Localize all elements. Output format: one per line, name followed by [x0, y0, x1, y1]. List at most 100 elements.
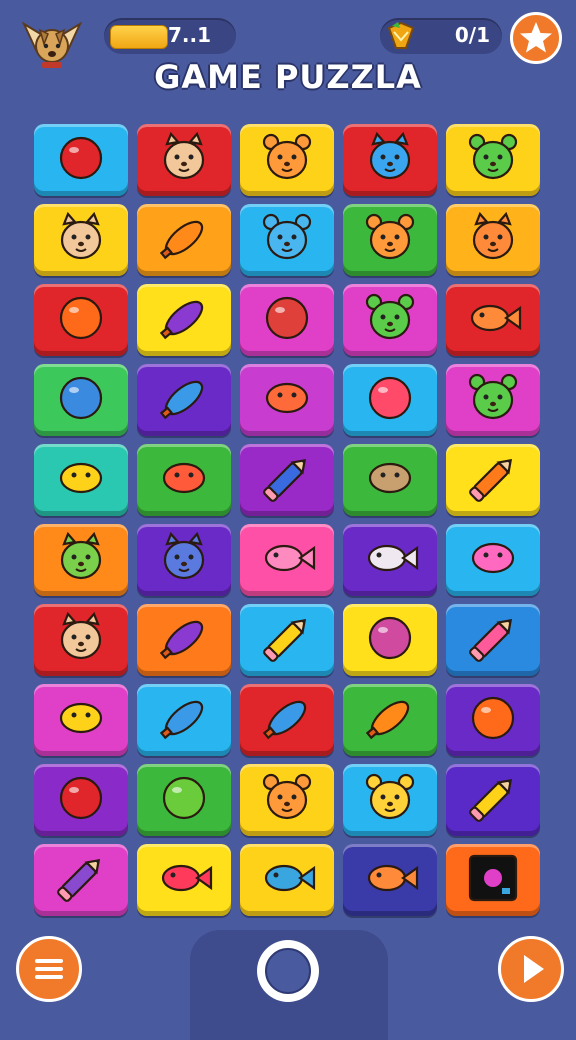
- puzzle-tile[interactable]: [34, 844, 128, 916]
- puzzle-tile[interactable]: [446, 604, 540, 676]
- fox-face-icon: [462, 210, 524, 270]
- puzzle-tile[interactable]: [343, 844, 437, 916]
- play-button[interactable]: [498, 936, 564, 1002]
- puzzle-tile[interactable]: [137, 684, 231, 756]
- pencil-blue-icon: [256, 450, 318, 510]
- puzzle-tile[interactable]: [446, 204, 540, 276]
- puzzle-tile[interactable]: [343, 604, 437, 676]
- eggplant-icon: [153, 290, 215, 350]
- puzzle-tile[interactable]: [343, 364, 437, 436]
- tv-box-icon: [462, 850, 524, 910]
- frog-face-icon: [359, 290, 421, 350]
- puzzle-tile[interactable]: [446, 284, 540, 356]
- puzzle-tile[interactable]: [446, 524, 540, 596]
- puzzle-tile[interactable]: [137, 284, 231, 356]
- cat-green-icon: [50, 530, 112, 590]
- puzzle-tile[interactable]: [240, 604, 334, 676]
- bear-face-icon: [359, 210, 421, 270]
- puzzle-tile[interactable]: [240, 444, 334, 516]
- puzzle-tile[interactable]: [137, 844, 231, 916]
- pencil-pink-icon: [462, 610, 524, 670]
- chick-icon: [50, 690, 112, 750]
- puzzle-tile[interactable]: [137, 524, 231, 596]
- pencil-orange-icon: [462, 450, 524, 510]
- ornament-icon: [256, 290, 318, 350]
- chick-icon: [50, 450, 112, 510]
- puzzle-tile[interactable]: [240, 364, 334, 436]
- mushroom-cap-icon: [359, 450, 421, 510]
- macaron-icon: [462, 530, 524, 590]
- puzzle-tile[interactable]: [137, 364, 231, 436]
- puzzle-tile[interactable]: [343, 684, 437, 756]
- center-button[interactable]: [257, 940, 319, 1002]
- puzzle-tile[interactable]: [446, 684, 540, 756]
- favorites-button[interactable]: [510, 12, 562, 64]
- blue-creature-icon: [256, 210, 318, 270]
- puzzle-tile[interactable]: [343, 124, 437, 196]
- fish-pink-icon: [256, 530, 318, 590]
- puzzle-tile[interactable]: [240, 764, 334, 836]
- puzzle-tile[interactable]: [446, 444, 540, 516]
- puzzle-tile[interactable]: [343, 764, 437, 836]
- racket-icon: [50, 370, 112, 430]
- kiwi-icon: [153, 770, 215, 830]
- puzzle-tile[interactable]: [240, 124, 334, 196]
- puzzle-tile[interactable]: [34, 684, 128, 756]
- page-title: GAME PUZZLA: [154, 58, 422, 96]
- circle-button-icon: [265, 948, 311, 994]
- strawberry-icon: [50, 770, 112, 830]
- puzzle-tile[interactable]: [137, 604, 231, 676]
- pencil-purple-icon: [50, 850, 112, 910]
- gem-value: 0/1: [454, 23, 490, 47]
- cat-face-icon: [153, 130, 215, 190]
- puzzle-tile[interactable]: [137, 124, 231, 196]
- puzzle-tile[interactable]: [137, 444, 231, 516]
- frog-face-icon: [462, 370, 524, 430]
- cat-face-icon: [50, 210, 112, 270]
- bear-face-icon: [256, 770, 318, 830]
- berry-pink-icon: [359, 610, 421, 670]
- puzzle-tile[interactable]: [343, 444, 437, 516]
- puzzle-tile[interactable]: [34, 764, 128, 836]
- balloon-orange-icon: [462, 690, 524, 750]
- apple-icon: [50, 130, 112, 190]
- fish-orange-icon: [462, 290, 524, 350]
- puzzle-tile[interactable]: [34, 284, 128, 356]
- puzzle-tile[interactable]: [446, 764, 540, 836]
- puzzle-tile[interactable]: [343, 284, 437, 356]
- puzzle-tile[interactable]: [446, 844, 540, 916]
- star-icon: [520, 22, 552, 53]
- bear-face-icon: [256, 130, 318, 190]
- puzzle-tile[interactable]: [137, 764, 231, 836]
- puzzle-tile[interactable]: [240, 204, 334, 276]
- puzzle-grid: [34, 124, 540, 916]
- puzzle-tile[interactable]: [240, 684, 334, 756]
- puzzle-tile[interactable]: [34, 204, 128, 276]
- feather-blue-icon: [256, 690, 318, 750]
- cat-face-icon: [50, 610, 112, 670]
- fish-white-icon: [359, 530, 421, 590]
- puzzle-tile[interactable]: [446, 364, 540, 436]
- menu-button[interactable]: [16, 936, 82, 1002]
- play-icon: [524, 955, 544, 983]
- energy-bar: [110, 25, 168, 49]
- puzzle-tile[interactable]: [34, 524, 128, 596]
- frog-face-icon: [462, 130, 524, 190]
- puzzle-tile[interactable]: [34, 604, 128, 676]
- puzzle-tile[interactable]: [34, 444, 128, 516]
- balloon-red-icon: [359, 370, 421, 430]
- puzzle-tile[interactable]: [343, 524, 437, 596]
- puzzle-tile[interactable]: [240, 524, 334, 596]
- puzzle-tile[interactable]: [343, 204, 437, 276]
- puzzle-tile[interactable]: [240, 844, 334, 916]
- puzzle-tile[interactable]: [240, 284, 334, 356]
- pencil-yellow-icon: [462, 770, 524, 830]
- puzzle-tile[interactable]: [34, 364, 128, 436]
- balloon-orange-icon: [50, 290, 112, 350]
- puzzle-tile[interactable]: [34, 124, 128, 196]
- potato-red-icon: [153, 450, 215, 510]
- cat-face-blue-icon: [359, 130, 421, 190]
- puzzle-tile[interactable]: [446, 124, 540, 196]
- puzzle-tile[interactable]: [137, 204, 231, 276]
- feather-blue-icon: [153, 690, 215, 750]
